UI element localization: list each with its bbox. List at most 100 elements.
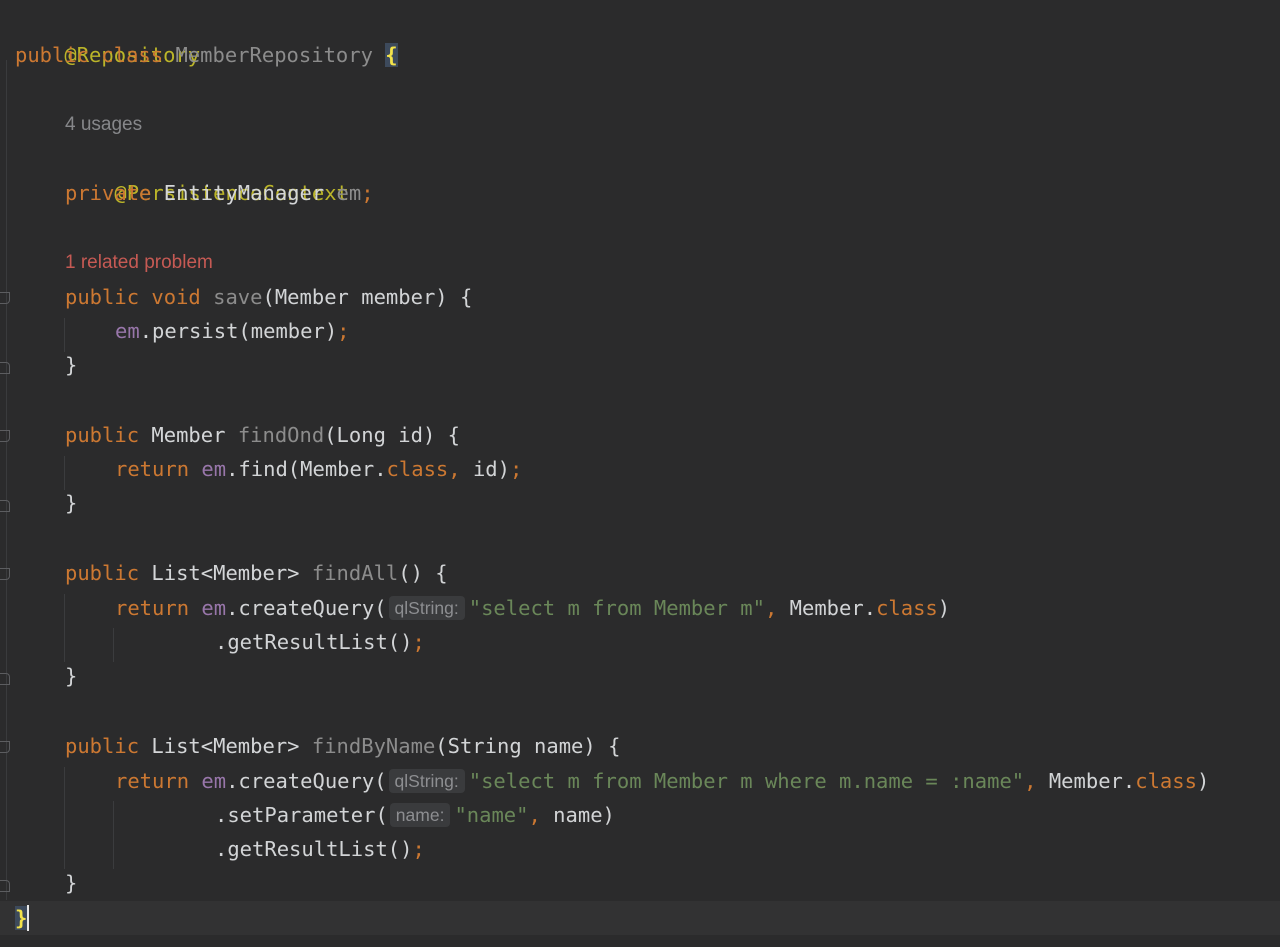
matched-brace: { xyxy=(385,43,398,67)
semicolon: ; xyxy=(412,630,425,654)
field-ref: em xyxy=(201,457,227,481)
code-line[interactable]: } xyxy=(15,901,28,935)
method-call: .getResultList() xyxy=(215,837,413,861)
keyword: class xyxy=(386,457,449,481)
fold-marker-icon[interactable] xyxy=(0,500,10,512)
keyword: class xyxy=(1135,769,1197,793)
code-line[interactable]: public void save(Member member) { xyxy=(65,280,472,314)
keyword: public xyxy=(15,43,90,67)
method-name: findByName xyxy=(311,734,436,758)
parameter-hint: qlString: xyxy=(388,596,465,620)
type-name: List<Member> xyxy=(151,734,300,758)
keyword: private xyxy=(65,181,152,205)
method-call: .createQuery( xyxy=(226,596,387,620)
code-line[interactable]: } xyxy=(65,866,77,900)
code-editor[interactable]: @Repository public class MemberRepositor… xyxy=(0,0,1280,947)
indent-guide xyxy=(64,456,65,490)
related-problem-hint[interactable]: 1 related problem xyxy=(65,246,213,280)
code-line[interactable]: .getResultList(); xyxy=(215,625,425,659)
args: id) xyxy=(460,457,510,481)
code-line[interactable]: em.persist(member); xyxy=(115,314,350,348)
keyword: return xyxy=(115,769,190,793)
close-brace: } xyxy=(65,353,78,377)
fold-marker-icon[interactable] xyxy=(0,292,10,304)
matched-brace: } xyxy=(15,906,28,930)
fold-marker-icon[interactable] xyxy=(0,880,10,892)
code-line[interactable]: .setParameter(name: "name", name) xyxy=(215,798,615,832)
method-call: .find(Member. xyxy=(226,457,387,481)
fold-marker-icon[interactable] xyxy=(0,430,10,442)
comma: , xyxy=(528,803,541,827)
keyword: public xyxy=(65,285,140,309)
indent-guide xyxy=(64,594,65,662)
close-brace: } xyxy=(65,871,78,895)
params: (Long id) { xyxy=(324,423,460,447)
string-literal: "select m from Member m where m.name = :… xyxy=(468,769,1025,793)
text-caret xyxy=(27,905,29,931)
code-line[interactable]: return em.find(Member.class, id); xyxy=(115,452,522,486)
paren-close: ) xyxy=(1196,769,1210,793)
class-ref: Member. xyxy=(1036,769,1136,793)
class-ref: Member. xyxy=(777,596,877,620)
comma: , xyxy=(764,596,778,620)
string-literal: "name" xyxy=(454,803,529,827)
params: (Member member) { xyxy=(262,285,473,309)
code-line[interactable]: @PersistenceContext xyxy=(65,142,349,205)
keyword: public xyxy=(65,561,140,585)
type-name: EntityManager xyxy=(163,181,325,205)
code-line[interactable]: public Member findOnd(Long id) { xyxy=(65,418,460,452)
method-name: findAll xyxy=(311,561,399,585)
code-line[interactable]: } xyxy=(65,348,77,382)
params: () { xyxy=(398,561,448,585)
semicolon: ; xyxy=(412,837,425,861)
code-line[interactable]: } xyxy=(65,659,77,693)
method-call: .setParameter( xyxy=(215,803,388,827)
code-line[interactable]: public class MemberRepository { xyxy=(15,38,398,72)
keyword: class xyxy=(101,43,164,67)
indent-guide xyxy=(113,628,114,662)
close-brace: } xyxy=(65,664,78,688)
parameter-hint: qlString: xyxy=(388,769,465,793)
class-name: MemberRepository xyxy=(175,43,373,67)
keyword: public xyxy=(65,734,140,758)
method-name: findOnd xyxy=(237,423,325,447)
paren-close: ) xyxy=(937,596,951,620)
keyword: void xyxy=(151,285,201,309)
params: (String name) { xyxy=(435,734,621,758)
parameter-hint: name: xyxy=(389,803,451,827)
comma: , xyxy=(1024,769,1037,793)
code-line[interactable]: public List<Member> findAll() { xyxy=(65,556,448,590)
type-name: Member xyxy=(151,423,226,447)
code-line[interactable]: } xyxy=(65,486,77,520)
current-line-highlight xyxy=(0,901,1280,935)
close-brace: } xyxy=(65,491,78,515)
indent-guide xyxy=(113,801,114,869)
fold-marker-icon[interactable] xyxy=(0,673,10,685)
indent-guide xyxy=(64,767,65,869)
type-name: List<Member> xyxy=(151,561,300,585)
fold-marker-icon[interactable] xyxy=(0,741,10,753)
code-line[interactable]: @Repository xyxy=(15,4,200,67)
method-call: .createQuery( xyxy=(226,769,387,793)
semicolon: ; xyxy=(509,457,523,481)
field-name: em xyxy=(336,181,362,205)
code-line[interactable]: return em.createQuery(qlString: "select m… xyxy=(115,591,950,625)
keyword: return xyxy=(115,457,190,481)
code-line[interactable]: .getResultList(); xyxy=(215,832,425,866)
fold-gutter-line xyxy=(6,60,7,900)
keyword: return xyxy=(115,596,190,620)
string-literal: "select m from Member m" xyxy=(468,596,765,620)
field-ref: em xyxy=(201,769,227,793)
method-call: .persist(member) xyxy=(139,319,338,343)
semicolon: ; xyxy=(361,181,374,205)
code-line[interactable]: public List<Member> findByName(String na… xyxy=(65,729,620,763)
method-call: .getResultList() xyxy=(215,630,413,654)
code-line[interactable]: private EntityManager em; xyxy=(65,176,374,210)
keyword: class xyxy=(876,596,938,620)
code-line[interactable]: return em.createQuery(qlString: "select m… xyxy=(115,764,1209,798)
fold-marker-icon[interactable] xyxy=(0,568,10,580)
fold-marker-icon[interactable] xyxy=(0,362,10,374)
keyword: public xyxy=(65,423,140,447)
usages-hint[interactable]: 4 usages xyxy=(65,108,142,142)
indent-guide xyxy=(64,318,65,352)
